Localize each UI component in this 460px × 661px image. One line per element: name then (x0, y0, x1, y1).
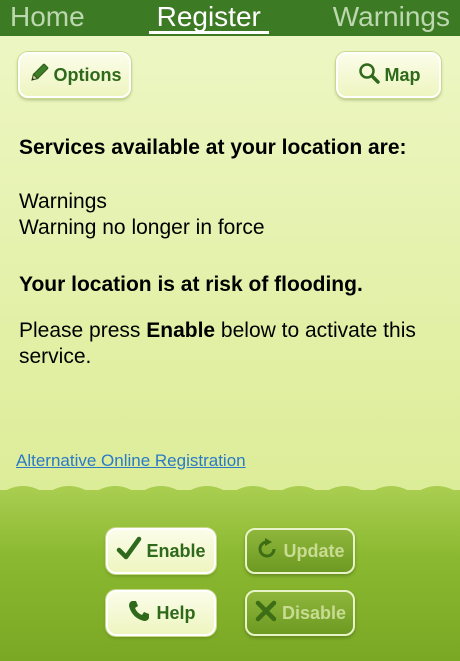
update-label: Update (283, 540, 345, 561)
tab-home[interactable]: Home (8, 0, 87, 34)
options-label: Options (53, 64, 122, 85)
map-button[interactable]: Map (336, 52, 441, 98)
instruction-enable-word: Enable (146, 319, 216, 342)
instruction-text: Please press Enable below to activate th… (19, 318, 429, 370)
enable-button[interactable]: Enable (106, 528, 216, 574)
tab-bar: Home Register Warnings (0, 0, 460, 36)
pencil-icon (28, 62, 50, 89)
disable-button[interactable]: Disable (245, 590, 355, 636)
update-button[interactable]: Update (245, 528, 355, 574)
service-item: Warnings (19, 190, 107, 213)
instruction-before: Please press (19, 319, 147, 342)
help-button[interactable]: Help (106, 590, 216, 636)
magnifier-icon (357, 61, 381, 90)
services-heading: Services available at your location are: (19, 136, 407, 159)
tab-warnings[interactable]: Warnings (331, 0, 452, 34)
tab-register[interactable]: Register (148, 0, 270, 34)
service-item: Warning no longer in force (19, 216, 265, 239)
refresh-icon (255, 537, 279, 566)
flood-risk-text: Your location is at risk of flooding. (19, 273, 363, 296)
disable-label: Disable (281, 602, 347, 623)
action-panel (0, 490, 460, 661)
map-label: Map (384, 64, 421, 85)
checkmark-icon (116, 536, 142, 567)
options-button[interactable]: Options (18, 52, 131, 98)
services-info: Services available at your location are:… (19, 134, 429, 370)
help-label: Help (156, 602, 196, 623)
alternative-registration-link[interactable]: Alternative Online Registration (16, 451, 246, 471)
enable-label: Enable (146, 540, 206, 561)
phone-icon (126, 598, 152, 629)
cross-icon (254, 599, 278, 628)
